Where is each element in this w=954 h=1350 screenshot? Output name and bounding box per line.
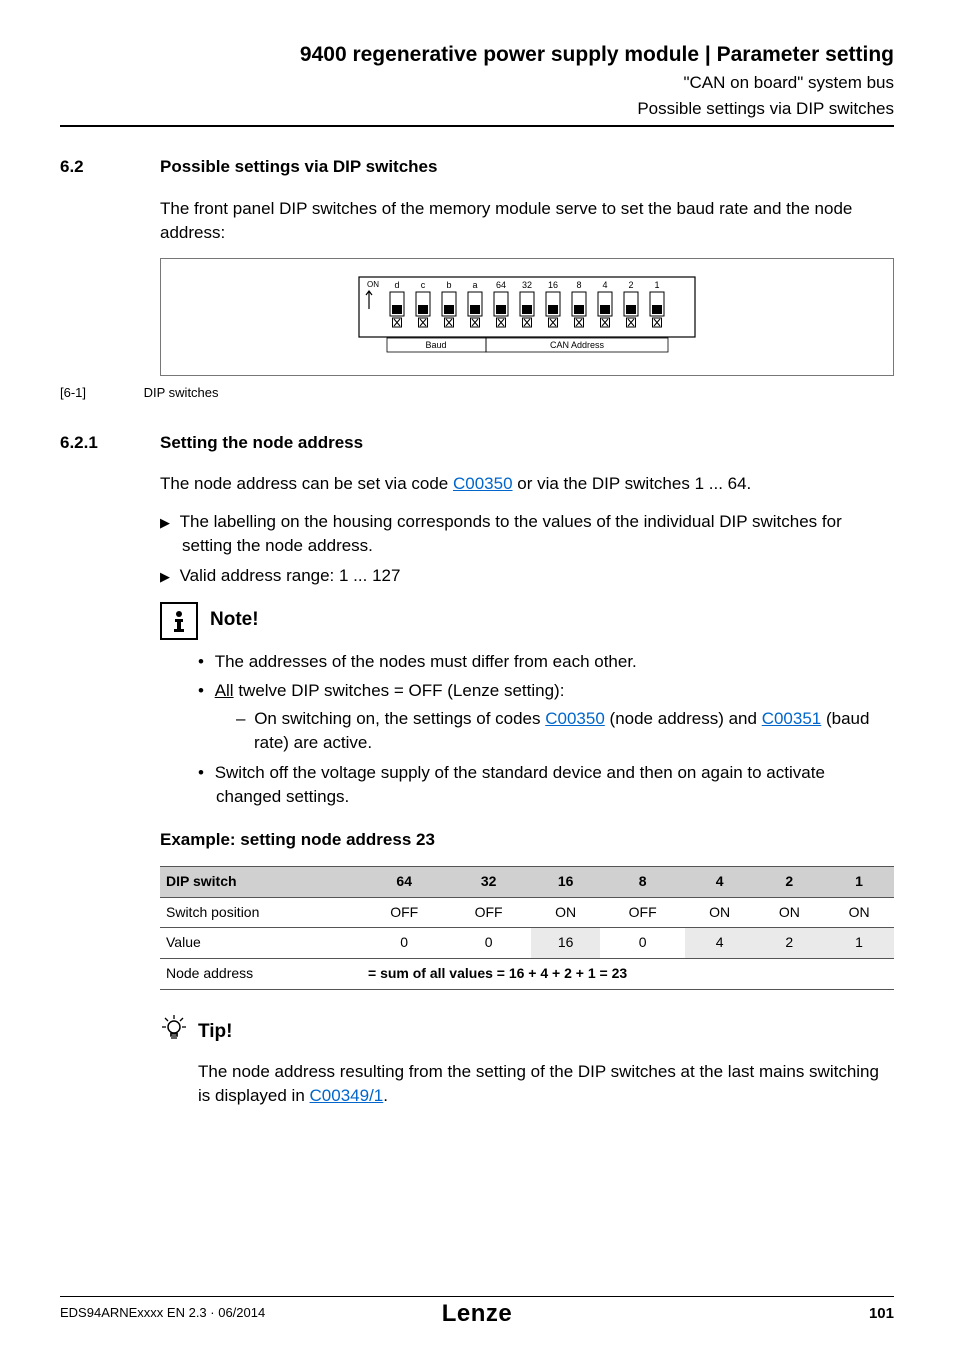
link-c00350-note[interactable]: C00350 <box>545 709 605 728</box>
section-number-6-2-1: 6.2.1 <box>60 431 160 455</box>
section-6-2-1-intro: The node address can be set via code C00… <box>160 472 894 496</box>
table-row-node-address: Node address = sum of all values = 16 + … <box>160 958 894 989</box>
svg-text:8: 8 <box>576 280 581 290</box>
note-item-1: The addresses of the nodes must differ f… <box>198 650 894 674</box>
header-subtitle-2: Possible settings via DIP switches <box>60 97 894 121</box>
svg-text:32: 32 <box>522 280 532 290</box>
note-title: Note! <box>210 607 259 634</box>
page-title: 9400 regenerative power supply module | … <box>60 40 894 69</box>
svg-text:1: 1 <box>654 280 659 290</box>
svg-text:64: 64 <box>496 280 506 290</box>
svg-text:4: 4 <box>602 280 607 290</box>
bullet-address-range: Valid address range: 1 ... 127 <box>160 564 894 588</box>
section-number-6-2: 6.2 <box>60 155 160 179</box>
svg-text:d: d <box>394 280 399 290</box>
dip-switch-diagram: ON d <box>357 275 697 353</box>
note-dash-1: On switching on, the settings of codes C… <box>236 707 894 755</box>
section-6-2-paragraph: The front panel DIP switches of the memo… <box>160 197 894 245</box>
note-item-2: All twelve DIP switches = OFF (Lenze set… <box>198 679 894 754</box>
info-icon <box>160 602 198 640</box>
link-c00351-note[interactable]: C00351 <box>762 709 822 728</box>
tip-title: Tip! <box>198 1019 232 1046</box>
figure-caption-text: DIP switches <box>144 385 219 400</box>
table-row-switch-position: Switch position OFF OFF ON OFF ON ON ON <box>160 897 894 928</box>
lenze-logo: Lenze <box>442 1300 513 1327</box>
dip-example-table: DIP switch 64 32 16 8 4 2 1 Switch posit… <box>160 866 894 989</box>
svg-text:16: 16 <box>548 280 558 290</box>
svg-text:2: 2 <box>628 280 633 290</box>
dip-switch-figure: ON d <box>160 258 894 376</box>
link-c00350-intro[interactable]: C00350 <box>453 474 513 493</box>
bullet-labelling: The labelling on the housing corresponds… <box>160 510 894 558</box>
note-item-3: Switch off the voltage supply of the sta… <box>198 761 894 809</box>
page-footer: EDS94ARNExxxx EN 2.3 · 06/2014 Lenze 101 <box>60 1296 894 1324</box>
table-row-value: Value 0 0 16 0 4 2 1 <box>160 928 894 959</box>
can-address-label: CAN Address <box>550 340 605 350</box>
svg-text:b: b <box>446 280 451 290</box>
baud-label: Baud <box>425 340 446 350</box>
dip-on-label: ON <box>367 280 379 289</box>
tip-text: The node address resulting from the sett… <box>198 1060 894 1108</box>
link-c00349-1[interactable]: C00349/1 <box>310 1086 384 1105</box>
svg-text:c: c <box>421 280 426 290</box>
svg-text:a: a <box>472 280 477 290</box>
note-box: Note! The addresses of the nodes must di… <box>160 602 894 809</box>
header-subtitle-1: "CAN on board" system bus <box>60 71 894 95</box>
example-title: Example: setting node address 23 <box>160 828 894 852</box>
table-header-label: DIP switch <box>160 867 362 898</box>
table-header-row: DIP switch 64 32 16 8 4 2 1 <box>160 867 894 898</box>
section-title-6-2: Possible settings via DIP switches <box>160 155 437 179</box>
figure-caption-id: [6-1] <box>60 384 140 402</box>
lightbulb-icon <box>160 1014 188 1051</box>
header-rule <box>60 125 894 127</box>
section-title-6-2-1: Setting the node address <box>160 431 363 455</box>
